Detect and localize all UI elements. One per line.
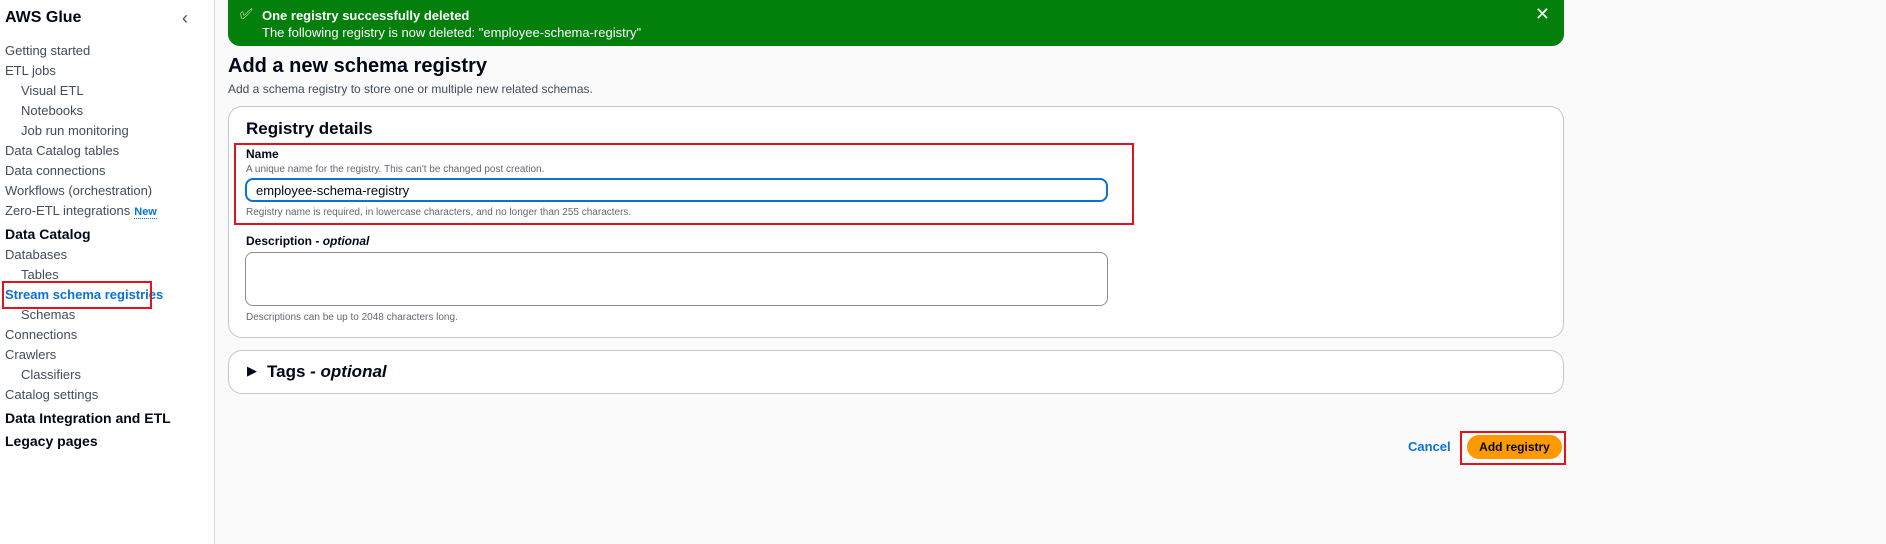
sidebar-item-label: Schemas	[21, 307, 76, 322]
sidebar-item-label: Data Catalog tables	[5, 143, 120, 158]
sidebar-item[interactable]: Visual ETL	[21, 83, 84, 98]
tags-label-text: Tags	[267, 362, 306, 381]
check-circle-icon: ✅︎	[240, 6, 253, 23]
caret-right-icon: ▶	[247, 363, 257, 378]
description-help: Descriptions can be up to 2048 character…	[246, 312, 458, 323]
sidebar-item[interactable]: Job run monitoring	[21, 123, 129, 138]
sidebar-item-label: Connections	[5, 327, 78, 342]
banner-message: The following registry is now deleted: "…	[262, 25, 642, 40]
sidebar-item-label: Data Catalog	[5, 226, 91, 242]
registry-name-input[interactable]: employee-schema-registry	[245, 178, 1108, 202]
sidebar-item: Data Catalog	[5, 226, 91, 242]
sidebar-item[interactable]: Connections	[5, 327, 77, 342]
close-icon[interactable]: ✕	[1535, 4, 1550, 25]
sidebar-item-label: Catalog settings	[5, 387, 99, 402]
sidebar-item: Data Integration and ETL	[5, 410, 171, 426]
sidebar-item[interactable]: Workflows (orchestration)	[5, 183, 152, 198]
sidebar-item-label: Job run monitoring	[21, 123, 129, 138]
optional-tag: optional	[322, 234, 370, 248]
sidebar-item[interactable]: Data connections	[5, 163, 105, 178]
sidebar-item[interactable]: Data Catalog tables	[5, 143, 119, 158]
sidebar-item[interactable]: Zero-ETL integrations New	[5, 203, 157, 219]
sidebar-item-label: Visual ETL	[21, 83, 84, 98]
name-help: Registry name is required, in lowercase …	[246, 207, 632, 218]
sidebar-item-label: Classifiers	[21, 367, 81, 382]
sidebar-item-label: Crawlers	[5, 347, 57, 362]
sidebar-item[interactable]: Crawlers	[5, 347, 56, 362]
tags-expander[interactable]: ▶ Tags - optional	[228, 350, 1564, 394]
sidebar-item-label: Zero-ETL integrations	[5, 203, 131, 218]
section-heading: Registry details	[246, 119, 373, 138]
optional-tag: optional	[320, 362, 387, 381]
sidebar-item-label: Workflows (orchestration)	[5, 183, 153, 198]
tags-label: Tags - optional	[267, 362, 387, 381]
sidebar-item-label: Databases	[5, 247, 68, 262]
add-registry-button[interactable]: Add registry	[1467, 435, 1562, 459]
sidebar-item: Legacy pages	[5, 433, 98, 449]
sidebar-item[interactable]: Notebooks	[21, 103, 83, 118]
collapse-sidebar-icon[interactable]: ‹	[182, 8, 188, 29]
sidebar-item[interactable]: Schemas	[21, 307, 75, 322]
sidebar-item-label: Legacy pages	[5, 433, 98, 449]
banner-title: One registry successfully deleted	[262, 8, 470, 23]
description-textarea[interactable]	[245, 252, 1108, 306]
sidebar-item-label: Tables	[21, 267, 59, 282]
sidebar-item[interactable]: Classifiers	[21, 367, 81, 382]
name-label: Name	[246, 147, 279, 161]
page-title: Add a new schema registry	[228, 55, 487, 77]
cancel-button[interactable]: Cancel	[1408, 439, 1451, 454]
sidebar-item[interactable]: Catalog settings	[5, 387, 98, 402]
sidebar-item-label: Notebooks	[21, 103, 84, 118]
description-label-text: Description	[246, 234, 313, 248]
sidebar-item[interactable]: Databases	[5, 247, 67, 262]
sidebar-item[interactable]: Tables	[21, 267, 59, 282]
sidebar-item-label: Stream schema registries	[5, 287, 164, 302]
sidebar-item-label: Data connections	[5, 163, 106, 178]
page-subtitle: Add a schema registry to store one or mu…	[228, 82, 593, 96]
new-badge: New	[134, 206, 157, 219]
description-label: Description - optional	[246, 234, 370, 248]
sidebar-item-label: ETL jobs	[5, 63, 56, 78]
sidebar-title: AWS Glue	[5, 9, 82, 26]
sidebar-item[interactable]: Getting started	[5, 43, 90, 58]
sidebar-item[interactable]: Stream schema registries	[5, 287, 163, 302]
sidebar-item[interactable]: ETL jobs	[5, 63, 56, 78]
sidebar-item-label: Getting started	[5, 43, 91, 58]
success-banner: ✅︎ One registry successfully deleted The…	[228, 0, 1564, 46]
sidebar: AWS Glue ‹ Getting started ETL jobs Visual…	[0, 0, 215, 544]
name-hint: A unique name for the registry. This can…	[246, 164, 545, 175]
sidebar-item-label: Data Integration and ETL	[5, 410, 171, 426]
